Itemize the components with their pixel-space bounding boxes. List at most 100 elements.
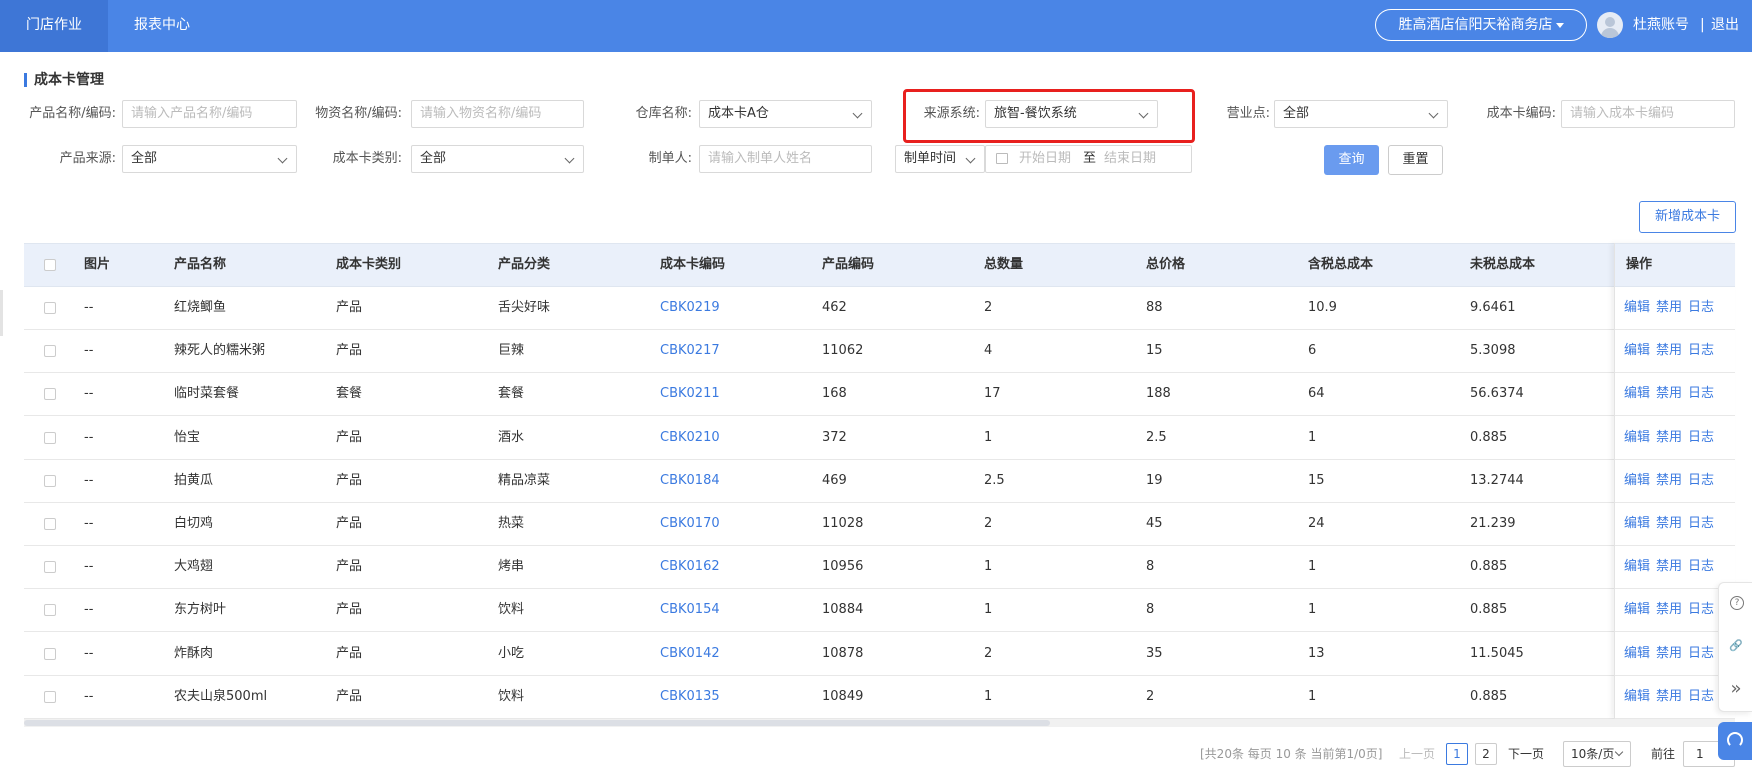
edit-link[interactable]: 编辑 (1624, 646, 1650, 661)
disable-link[interactable]: 禁用 (1656, 430, 1682, 445)
row-checkbox[interactable] (44, 604, 56, 617)
store-selector[interactable]: 胜高酒店信阳天裕商务店 (1375, 9, 1587, 41)
edit-link[interactable]: 编辑 (1624, 343, 1650, 358)
log-link[interactable]: 日志 (1688, 689, 1714, 704)
product-name-input[interactable]: 请输入产品名称/编码 (122, 100, 297, 128)
caret-down-icon (1555, 22, 1564, 28)
cell-card-code[interactable]: CBK0142 (660, 633, 720, 675)
row-checkbox[interactable] (44, 518, 56, 530)
row-checkbox[interactable] (44, 345, 56, 358)
collapse-button[interactable]: » (1719, 669, 1752, 709)
disable-link[interactable]: 禁用 (1656, 602, 1682, 617)
log-link[interactable]: 日志 (1688, 602, 1714, 617)
row-actions: 编辑 禁用 日志 (1624, 503, 1720, 545)
sales-point-select[interactable]: 全部 (1274, 100, 1448, 128)
prev-page-button[interactable]: 上一页 (1399, 743, 1435, 765)
log-link[interactable]: 日志 (1688, 343, 1714, 358)
material-name-input[interactable]: 请输入物资名称/编码 (411, 100, 584, 128)
cell-card-code[interactable]: CBK0162 (660, 546, 720, 588)
calendar-icon (996, 153, 1008, 164)
row-checkbox[interactable] (44, 647, 56, 660)
disable-link[interactable]: 禁用 (1656, 516, 1682, 531)
tab-store-operations[interactable]: 门店作业 (0, 0, 108, 52)
cell-price: 8 (1146, 559, 1155, 575)
cell-product-classify: 巨辣 (498, 343, 525, 359)
log-link[interactable]: 日志 (1688, 559, 1714, 574)
cell-image: -- (84, 343, 94, 359)
page-number-1[interactable]: 1 (1446, 743, 1468, 765)
link-button[interactable]: 🔗 (1719, 626, 1752, 666)
cell-card-code[interactable]: CBK0184 (660, 460, 720, 502)
row-checkbox[interactable] (44, 388, 56, 401)
page-size-select[interactable]: 10条/页 (1563, 741, 1631, 767)
scrollbar-thumb[interactable] (24, 720, 1050, 726)
card-category-select[interactable]: 全部 (411, 145, 584, 173)
cell-card-code[interactable]: CBK0135 (660, 676, 720, 718)
help-button[interactable]: ? (1719, 583, 1752, 623)
disable-link[interactable]: 禁用 (1656, 473, 1682, 488)
logout-link[interactable]: 退出 (1711, 0, 1739, 50)
card-code-input[interactable]: 请输入成本卡编码 (1561, 100, 1735, 128)
horizontal-scrollbar[interactable] (24, 719, 1735, 727)
next-page-button[interactable]: 下一页 (1508, 743, 1544, 765)
cell-product-classify: 小吃 (498, 645, 525, 661)
creator-input[interactable]: 请输入制单人姓名 (699, 145, 872, 173)
log-link[interactable]: 日志 (1688, 473, 1714, 488)
table-row: -- 拍黄瓜 产品 精品凉菜 CBK0184 469 2.5 19 15 13.2744 编辑 禁用日… (24, 459, 1735, 503)
row-checkbox[interactable] (44, 302, 56, 314)
cell-quantity: 2.5 (984, 472, 1005, 488)
log-link[interactable]: 日志 (1688, 300, 1714, 315)
edit-link[interactable]: 编辑 (1624, 430, 1650, 445)
time-type-select[interactable]: 制单时间 (895, 145, 985, 173)
cell-price: 8 (1146, 602, 1155, 618)
cell-card-category: 产品 (336, 688, 363, 704)
edit-link[interactable]: 编辑 (1624, 602, 1650, 617)
row-checkbox[interactable] (44, 474, 56, 487)
cell-quantity: 17 (984, 386, 1001, 402)
cell-card-code[interactable]: CBK0154 (660, 589, 720, 631)
disable-link[interactable]: 禁用 (1656, 343, 1682, 358)
cell-card-code[interactable]: CBK0219 (660, 287, 720, 329)
product-name-label: 产品名称/编码: (29, 106, 116, 121)
customer-service-button[interactable] (1718, 722, 1752, 760)
add-cost-card-button[interactable]: 新增成本卡 (1639, 201, 1736, 233)
disable-link[interactable]: 禁用 (1656, 386, 1682, 401)
edit-link[interactable]: 编辑 (1624, 689, 1650, 704)
disable-link[interactable]: 禁用 (1656, 646, 1682, 661)
chevron-down-icon (852, 108, 863, 119)
disable-link[interactable]: 禁用 (1656, 689, 1682, 704)
cell-card-code[interactable]: CBK0217 (660, 330, 720, 372)
log-link[interactable]: 日志 (1688, 516, 1714, 531)
end-date-input[interactable]: 结束日期 (1104, 146, 1156, 172)
disable-link[interactable]: 禁用 (1656, 300, 1682, 315)
edit-link[interactable]: 编辑 (1624, 516, 1650, 531)
user-name[interactable]: 杜燕账号 (1633, 0, 1689, 50)
cell-card-code[interactable]: CBK0211 (660, 373, 720, 415)
product-source-select[interactable]: 全部 (122, 145, 297, 173)
disable-link[interactable]: 禁用 (1656, 559, 1682, 574)
reset-button[interactable]: 重置 (1388, 145, 1443, 175)
floating-toolbar: ? 🔗 » (1718, 582, 1752, 712)
row-checkbox[interactable] (44, 690, 56, 703)
edit-link[interactable]: 编辑 (1624, 559, 1650, 574)
edit-link[interactable]: 编辑 (1624, 300, 1650, 315)
edit-link[interactable]: 编辑 (1624, 386, 1650, 401)
select-all-checkbox[interactable] (44, 259, 56, 271)
log-link[interactable]: 日志 (1688, 386, 1714, 401)
avatar[interactable] (1597, 12, 1623, 38)
edit-link[interactable]: 编辑 (1624, 473, 1650, 488)
tab-report-center[interactable]: 报表中心 (108, 0, 216, 52)
log-link[interactable]: 日志 (1688, 430, 1714, 445)
page-number-2[interactable]: 2 (1475, 743, 1497, 765)
query-button[interactable]: 查询 (1324, 145, 1379, 175)
row-checkbox[interactable] (44, 561, 56, 574)
cell-card-code[interactable]: CBK0170 (660, 503, 720, 545)
start-date-input[interactable]: 开始日期 (1019, 146, 1071, 172)
left-edge-handle (0, 290, 3, 336)
cell-card-code[interactable]: CBK0210 (660, 417, 720, 459)
cell-product-code: 10884 (822, 602, 864, 618)
log-link[interactable]: 日志 (1688, 646, 1714, 661)
warehouse-select[interactable]: 成本卡A仓 (699, 100, 872, 128)
table-row: -- 农夫山泉500ml 产品 饮料 CBK0135 10849 1 2 1 0.885 编辑 禁用日… (24, 675, 1735, 719)
row-checkbox[interactable] (44, 431, 56, 444)
